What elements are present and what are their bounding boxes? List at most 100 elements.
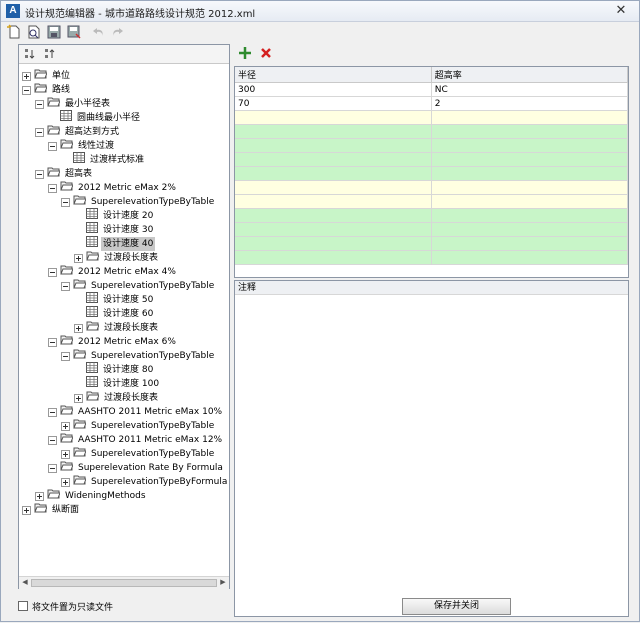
tree-item[interactable]: 超高达到方式 — [35, 124, 121, 138]
column-header-radius[interactable]: 半径 — [235, 67, 432, 83]
tree-item[interactable]: 设计速度 30 — [86, 222, 155, 236]
radius-cell[interactable] — [235, 152, 432, 167]
radius-cell[interactable] — [235, 124, 432, 139]
table-row[interactable] — [235, 236, 628, 251]
superelevation-cell[interactable] — [431, 138, 628, 153]
radius-cell[interactable] — [235, 166, 432, 181]
collapse-icon[interactable] — [35, 99, 44, 109]
collapse-icon[interactable] — [48, 183, 57, 193]
tree-item[interactable]: 设计速度 80 — [86, 362, 155, 376]
tree-item[interactable]: SuperelevationTypeByTable — [61, 194, 216, 208]
collapse-icon[interactable] — [48, 141, 57, 151]
new-file-icon[interactable] — [6, 24, 22, 40]
collapse-icon[interactable] — [22, 85, 31, 95]
table-row[interactable] — [235, 152, 628, 167]
tree-item[interactable]: AASHTO 2011 Metric eMax 10% — [48, 404, 224, 418]
radius-cell[interactable] — [235, 138, 432, 153]
superelevation-cell[interactable]: 2 — [431, 96, 628, 111]
table-row[interactable] — [235, 250, 628, 265]
radius-cell[interactable]: 70 — [235, 96, 432, 111]
table-row[interactable] — [235, 124, 628, 139]
expand-icon[interactable] — [61, 421, 70, 431]
undo-icon[interactable] — [91, 24, 107, 40]
radius-cell[interactable] — [235, 208, 432, 223]
superelevation-cell[interactable] — [431, 250, 628, 265]
collapse-icon[interactable] — [48, 337, 57, 347]
tree-item[interactable]: 设计速度 20 — [86, 208, 155, 222]
table-row[interactable] — [235, 166, 628, 181]
tree-item[interactable]: 过渡段长度表 — [74, 320, 160, 334]
scroll-left-icon[interactable]: ◀ — [20, 578, 30, 588]
expand-icon[interactable] — [74, 253, 83, 263]
expand-icon[interactable] — [74, 323, 83, 333]
add-row-icon[interactable] — [238, 46, 252, 63]
expand-icon[interactable] — [22, 505, 31, 515]
superelevation-cell[interactable] — [431, 152, 628, 167]
delete-row-icon[interactable] — [259, 46, 273, 63]
sort-descending-icon[interactable] — [44, 47, 58, 64]
tree-item[interactable]: 圆曲线最小半径 — [60, 110, 142, 124]
radius-cell[interactable] — [235, 180, 432, 195]
collapse-icon[interactable] — [48, 267, 57, 277]
table-row[interactable] — [235, 194, 628, 209]
tree-item[interactable]: WideningMethods — [35, 488, 148, 502]
radius-cell[interactable] — [235, 194, 432, 209]
tree-item[interactable]: 2012 Metric eMax 6% — [48, 334, 178, 348]
table-row[interactable]: 300 NC — [235, 82, 628, 97]
collapse-icon[interactable] — [35, 169, 44, 179]
tree-item[interactable]: 2012 Metric eMax 2% — [48, 180, 178, 194]
close-button[interactable]: ✕ — [611, 3, 631, 19]
save-icon[interactable] — [46, 24, 62, 40]
collapse-icon[interactable] — [35, 127, 44, 137]
radius-cell[interactable] — [235, 236, 432, 251]
tree-item[interactable]: 过渡样式标准 — [73, 152, 146, 166]
tree-item[interactable]: 设计速度 40 — [86, 236, 156, 251]
tree-item[interactable]: Superelevation Rate By Formula — [48, 460, 225, 474]
settings-tree[interactable]: 单位 路线 最小半径表 圆曲线最小半径 超高达到方式 线性过渡 过渡样式标准 超高表 2012 … — [19, 65, 229, 576]
superelevation-cell[interactable] — [431, 110, 628, 125]
superelevation-cell[interactable]: NC — [431, 82, 628, 97]
scroll-right-icon[interactable]: ▶ — [218, 578, 228, 588]
tree-item[interactable]: SuperelevationTypeByTable — [61, 418, 216, 432]
tree-item[interactable]: 设计速度 60 — [86, 306, 155, 320]
tree-item[interactable]: 2012 Metric eMax 4% — [48, 264, 178, 278]
collapse-icon[interactable] — [61, 351, 70, 361]
column-header-superelevation[interactable]: 超高率 — [431, 67, 628, 83]
table-row[interactable] — [235, 208, 628, 223]
title-bar[interactable]: A 设计规范编辑器 - 城市道路路线设计规范 2012.xml ✕ — [1, 1, 639, 22]
tree-item[interactable]: 纵断面 — [22, 502, 81, 516]
tree-item[interactable]: 设计速度 50 — [86, 292, 155, 306]
table-row[interactable] — [235, 180, 628, 195]
tree-item[interactable]: SuperelevationTypeByFormula — [61, 474, 229, 488]
tree-item[interactable]: 单位 — [22, 68, 72, 82]
expand-icon[interactable] — [61, 477, 70, 487]
tree-horizontal-scrollbar[interactable]: ◀ ▶ — [19, 576, 229, 589]
superelevation-cell[interactable] — [431, 236, 628, 251]
collapse-icon[interactable] — [48, 435, 57, 445]
notes-panel[interactable]: 注释 — [234, 280, 629, 617]
expand-icon[interactable] — [61, 449, 70, 459]
superelevation-cell[interactable] — [431, 208, 628, 223]
save-and-close-button[interactable]: 保存并关闭 — [402, 598, 511, 615]
radius-cell[interactable] — [235, 110, 432, 125]
radius-cell[interactable]: 300 — [235, 82, 432, 97]
collapse-icon[interactable] — [48, 407, 57, 417]
tree-item[interactable]: SuperelevationTypeByTable — [61, 348, 216, 362]
table-row[interactable] — [235, 110, 628, 125]
tree-item[interactable]: AASHTO 2011 Metric eMax 12% — [48, 432, 224, 446]
tree-item[interactable]: 线性过渡 — [48, 138, 116, 152]
tree-item[interactable]: 路线 — [22, 82, 72, 96]
table-row[interactable]: 70 2 — [235, 96, 628, 111]
redo-icon[interactable] — [109, 24, 125, 40]
tree-item[interactable]: SuperelevationTypeByTable — [61, 446, 216, 460]
tree-item[interactable]: 超高表 — [35, 166, 94, 180]
tree-item[interactable]: 过渡段长度表 — [74, 390, 160, 404]
scrollbar-thumb[interactable] — [31, 579, 217, 587]
expand-icon[interactable] — [35, 491, 44, 501]
superelevation-cell[interactable] — [431, 166, 628, 181]
collapse-icon[interactable] — [61, 281, 70, 291]
expand-icon[interactable] — [22, 71, 31, 81]
tree-item[interactable]: 最小半径表 — [35, 96, 112, 110]
tree-item[interactable]: 过渡段长度表 — [74, 250, 160, 264]
data-grid[interactable]: 半径 超高率 300 NC 70 2 — [234, 66, 629, 278]
